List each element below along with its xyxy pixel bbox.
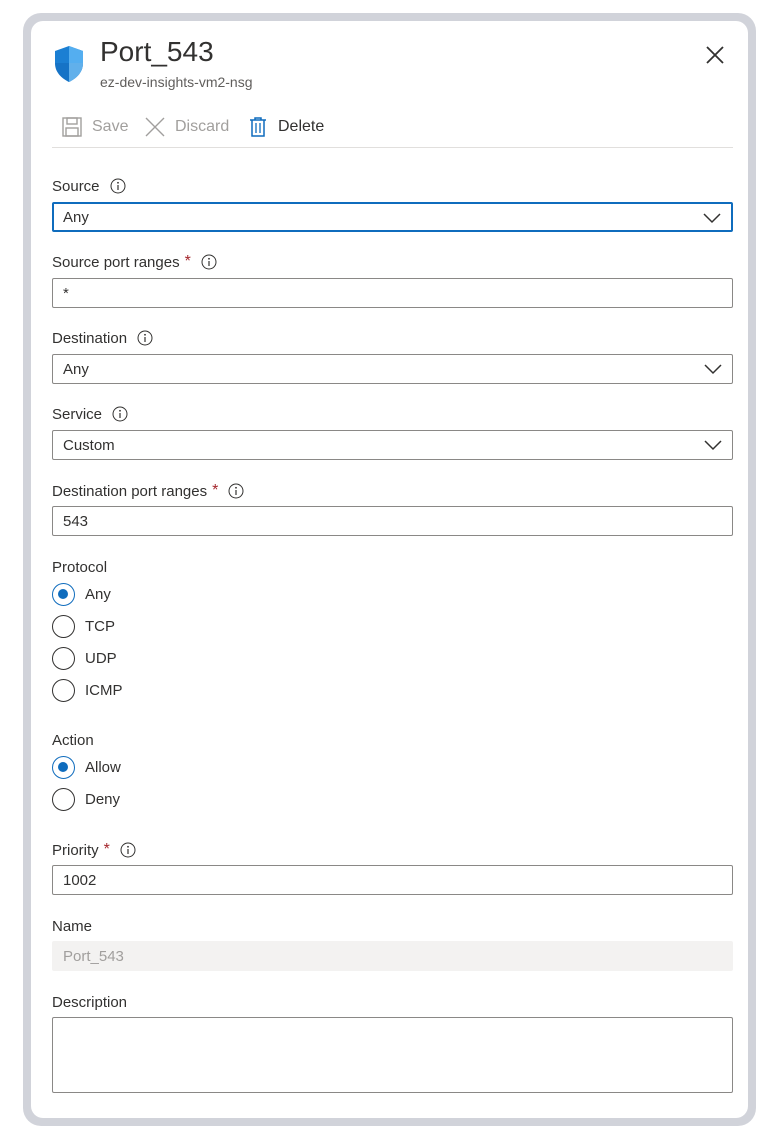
discard-icon — [145, 117, 165, 137]
service-value: Custom — [63, 436, 115, 454]
service-dropdown[interactable]: Custom — [52, 430, 733, 460]
radio-label: TCP — [85, 617, 115, 635]
destination-port-ranges-label-text: Destination port ranges — [52, 482, 208, 500]
info-icon[interactable] — [112, 406, 128, 422]
protocol-icmp-radio[interactable]: ICMP — [52, 678, 123, 702]
name-field: Port_543 — [52, 941, 733, 971]
source-port-ranges-label: Source port ranges * — [52, 252, 217, 272]
destination-port-ranges-label: Destination port ranges * — [52, 481, 244, 501]
close-icon[interactable] — [703, 43, 727, 67]
destination-dropdown[interactable]: Any — [52, 354, 733, 384]
destination-port-ranges-value: 543 — [63, 512, 89, 530]
save-button[interactable]: Save — [61, 114, 128, 140]
info-icon[interactable] — [137, 330, 153, 346]
shield-icon — [55, 46, 83, 82]
protocol-tcp-radio[interactable]: TCP — [52, 614, 115, 638]
priority-input[interactable]: 1002 — [52, 865, 733, 895]
action-label-text: Action — [52, 731, 94, 749]
page-subtitle: ez-dev-insights-vm2-nsg — [100, 74, 253, 90]
radio-label: Any — [85, 585, 111, 603]
radio-unselected-icon — [52, 787, 75, 811]
radio-unselected-icon — [52, 614, 75, 638]
delete-label: Delete — [278, 118, 325, 135]
destination-port-ranges-input[interactable]: 543 — [52, 506, 733, 536]
protocol-label: Protocol — [52, 557, 107, 577]
name-label-text: Name — [52, 917, 93, 935]
chevron-down-icon — [704, 364, 722, 375]
protocol-any-radio[interactable]: Any — [52, 582, 111, 606]
source-label-text: Source — [52, 177, 100, 195]
discard-button[interactable]: Discard — [144, 114, 229, 140]
radio-unselected-icon — [52, 678, 75, 702]
info-icon[interactable] — [120, 842, 136, 858]
info-icon[interactable] — [201, 254, 217, 270]
priority-label: Priority * — [52, 840, 136, 860]
description-label: Description — [52, 992, 127, 1012]
source-dropdown[interactable]: Any — [52, 202, 733, 232]
required-marker: * — [184, 253, 191, 270]
radio-label: ICMP — [85, 681, 123, 699]
name-label: Name — [52, 916, 92, 936]
action-label: Action — [52, 730, 94, 750]
protocol-label-text: Protocol — [52, 558, 108, 576]
save-label: Save — [92, 118, 129, 135]
delete-button[interactable]: Delete — [247, 114, 324, 140]
info-icon[interactable] — [110, 178, 126, 194]
source-port-ranges-value: * — [63, 284, 69, 302]
service-label: Service — [52, 404, 128, 424]
chevron-down-icon — [704, 440, 722, 451]
page-title: Port_543 — [100, 36, 214, 67]
destination-label-text: Destination — [52, 329, 128, 347]
required-marker: * — [212, 482, 219, 499]
description-textarea[interactable] — [52, 1017, 733, 1093]
required-marker: * — [103, 841, 110, 858]
service-label-text: Service — [52, 405, 103, 423]
save-icon — [62, 117, 82, 137]
radio-label: UDP — [85, 649, 117, 667]
info-icon[interactable] — [228, 483, 244, 499]
protocol-udp-radio[interactable]: UDP — [52, 646, 117, 670]
priority-label-text: Priority — [52, 841, 99, 859]
toolbar-divider — [52, 147, 733, 148]
radio-selected-icon — [52, 755, 75, 779]
description-label-text: Description — [52, 993, 128, 1011]
trash-icon — [250, 117, 266, 137]
source-port-ranges-input[interactable]: * — [52, 278, 733, 308]
edit-rule-panel: Port_543 ez-dev-insights-vm2-nsg Save Di… — [31, 21, 748, 1118]
radio-label: Allow — [85, 758, 121, 776]
radio-unselected-icon — [52, 646, 75, 670]
source-label: Source — [52, 176, 126, 196]
priority-value: 1002 — [63, 871, 97, 889]
discard-label: Discard — [175, 118, 230, 135]
destination-value: Any — [63, 360, 89, 378]
radio-label: Deny — [85, 790, 121, 808]
destination-label: Destination — [52, 328, 153, 348]
action-allow-radio[interactable]: Allow — [52, 755, 121, 779]
chevron-down-icon — [703, 213, 721, 224]
name-value: Port_543 — [63, 947, 124, 965]
source-value: Any — [63, 208, 89, 226]
radio-selected-icon — [52, 582, 75, 606]
panel-frame: Port_543 ez-dev-insights-vm2-nsg Save Di… — [23, 13, 756, 1126]
action-deny-radio[interactable]: Deny — [52, 787, 120, 811]
source-port-ranges-label-text: Source port ranges — [52, 253, 180, 271]
